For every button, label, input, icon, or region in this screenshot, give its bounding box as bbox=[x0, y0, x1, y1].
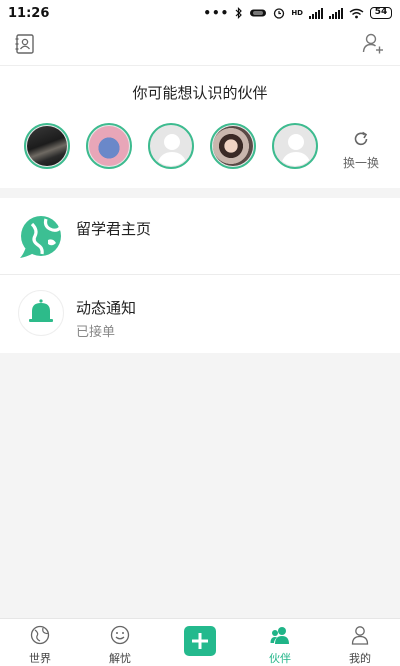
friends-icon bbox=[270, 627, 289, 644]
list-item-official-page[interactable]: 留学君主页 bbox=[0, 198, 400, 275]
top-bar bbox=[0, 26, 400, 66]
friend-suggestions: 你可能想认识的伙伴 换一换 bbox=[0, 66, 400, 188]
tab-worry[interactable]: 解忧 bbox=[80, 619, 160, 666]
status-bar: 11:26 ••• HD 54 bbox=[0, 0, 400, 26]
contacts-card-icon[interactable] bbox=[14, 33, 36, 55]
status-icons: ••• HD 54 bbox=[203, 6, 392, 20]
suggested-friend-avatar[interactable] bbox=[24, 123, 70, 169]
profile-icon bbox=[351, 626, 369, 645]
item-title: 留学君主页 bbox=[76, 220, 152, 238]
wifi-icon bbox=[349, 8, 364, 18]
avatar-placeholder-icon bbox=[156, 134, 188, 166]
tab-friends[interactable]: 伙伴 bbox=[240, 619, 320, 666]
bell-icon bbox=[29, 299, 53, 322]
globe-chat-icon bbox=[20, 216, 62, 258]
suggested-friend-avatar[interactable] bbox=[272, 123, 318, 169]
signal-icon bbox=[309, 7, 323, 19]
signal-icon-2 bbox=[329, 7, 343, 19]
suggested-friend-avatar[interactable] bbox=[210, 123, 256, 169]
plus-icon bbox=[192, 633, 208, 649]
bell-icon-container bbox=[18, 290, 64, 336]
tab-label: 世界 bbox=[29, 652, 51, 665]
tab-mine[interactable]: 我的 bbox=[320, 619, 400, 666]
network-label: HD bbox=[291, 9, 303, 17]
friend-suggestions-title: 你可能想认识的伙伴 bbox=[132, 84, 268, 102]
item-title: 动态通知 bbox=[76, 299, 137, 317]
add-user-icon[interactable] bbox=[362, 32, 384, 54]
item-subtitle: 已接单 bbox=[76, 325, 116, 340]
refresh-suggestions-button[interactable]: 换一换 bbox=[338, 130, 384, 171]
tab-label: 解忧 bbox=[109, 652, 131, 665]
notification-dots: ••• bbox=[203, 6, 230, 20]
bottom-tab-bar: 世界 解忧 伙伴 我的 bbox=[0, 618, 400, 666]
tab-label: 伙伴 bbox=[269, 652, 291, 665]
refresh-label: 换一换 bbox=[342, 156, 379, 170]
alarm-icon bbox=[274, 8, 285, 19]
message-list: 留学君主页 动态通知 已接单 bbox=[0, 198, 400, 353]
globe-icon bbox=[30, 625, 50, 645]
battery-level: 54 bbox=[370, 7, 392, 19]
avatar-placeholder-icon bbox=[280, 134, 312, 166]
tab-label: 我的 bbox=[349, 652, 371, 665]
suggested-friend-avatar[interactable] bbox=[86, 123, 132, 169]
bluetooth-icon bbox=[235, 7, 243, 19]
refresh-icon bbox=[354, 131, 368, 146]
list-item-notifications[interactable]: 动态通知 已接单 bbox=[0, 276, 400, 353]
add-post-button[interactable] bbox=[184, 626, 216, 656]
status-time: 11:26 bbox=[8, 5, 50, 21]
smile-icon bbox=[110, 625, 130, 645]
vibrate-icon bbox=[250, 9, 267, 17]
tab-world[interactable]: 世界 bbox=[0, 619, 80, 666]
suggested-friend-avatar[interactable] bbox=[148, 123, 194, 169]
